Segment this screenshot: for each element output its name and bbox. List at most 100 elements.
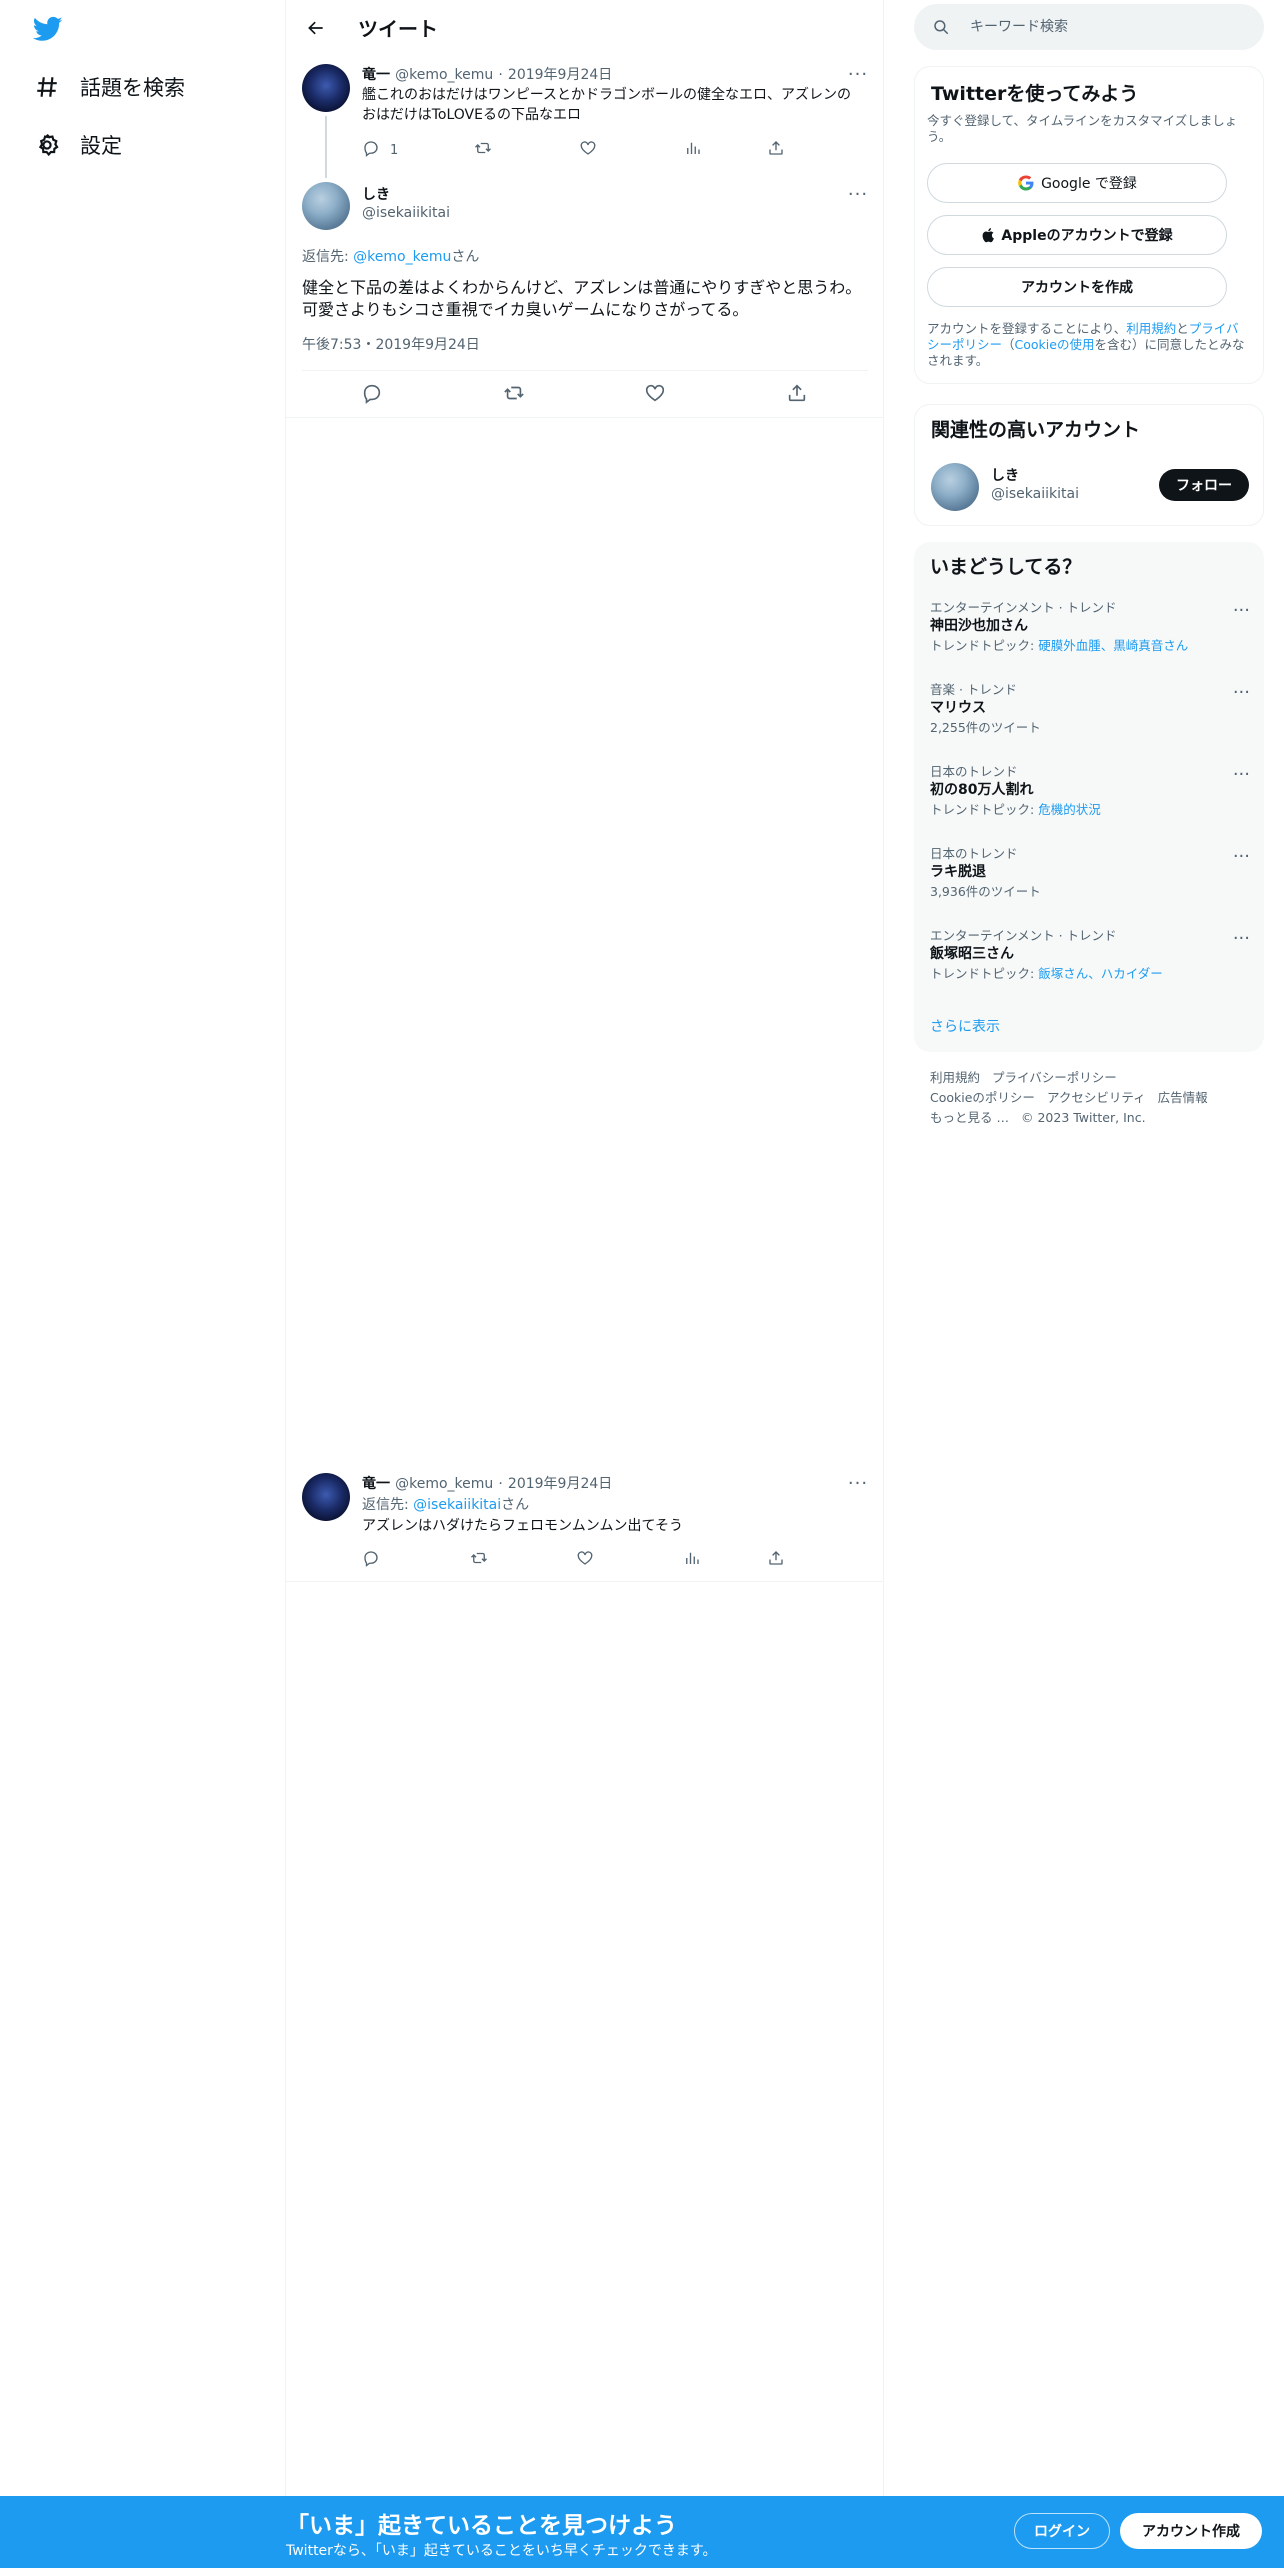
more-icon[interactable]: ··· — [1233, 682, 1250, 703]
meta-separator: · — [498, 67, 503, 83]
twitter-bird-icon[interactable] — [32, 14, 64, 44]
trend-title: ラキ脱退 — [930, 864, 986, 880]
google-icon — [1017, 174, 1035, 192]
signup-button[interactable]: アカウント作成 — [1120, 2513, 1262, 2549]
footer-more-link[interactable]: もっと見る … — [930, 1110, 1009, 1125]
author-handle[interactable]: @isekaiikitai — [362, 205, 450, 221]
login-button[interactable]: ログイン — [1014, 2513, 1110, 2549]
terms-paren: （ — [1002, 337, 1015, 352]
apple-signup-button[interactable]: Appleのアカウントで登録 — [927, 215, 1227, 255]
share-action[interactable] — [767, 1549, 785, 1571]
search-bar[interactable] — [914, 4, 1264, 50]
retweet-action[interactable] — [503, 382, 525, 408]
search-icon — [932, 18, 950, 36]
related-title: 関連性の高いアカウント — [931, 419, 1141, 441]
google-signup-button[interactable]: Google で登録 — [927, 163, 1227, 203]
trend-subtitle: トレンドトピック: 危機的状況 — [930, 800, 1250, 820]
like-action[interactable] — [576, 1549, 594, 1571]
reply-action[interactable] — [362, 1549, 380, 1571]
trend-subtitle: 3,936件のツイート — [930, 882, 1250, 902]
more-icon[interactable]: ··· — [1233, 600, 1250, 621]
trend-title: マリウス — [930, 700, 986, 716]
like-action[interactable] — [579, 139, 597, 161]
reply-action[interactable] — [361, 382, 383, 408]
trend-item[interactable]: 日本のトレンド ラキ脱退 3,936件のツイート ··· — [930, 846, 1250, 902]
reply-action[interactable]: 1 — [362, 139, 398, 161]
nav-settings[interactable]: 設定 — [32, 125, 122, 165]
share-action[interactable] — [767, 139, 785, 161]
back-arrow-icon[interactable] — [300, 12, 332, 44]
views-action[interactable] — [684, 139, 702, 161]
related-handle[interactable]: @isekaiikitai — [991, 486, 1079, 502]
trend-sub-prefix: トレンドトピック: — [930, 802, 1039, 817]
share-action[interactable] — [786, 382, 808, 408]
nav-explore[interactable]: 話題を検索 — [32, 67, 185, 107]
tweet-date[interactable]: 2019年9月24日 — [508, 67, 612, 83]
trend-sub-link[interactable]: 硬膜外血腫、黒崎真音さん — [1038, 638, 1188, 653]
tweet-text: 健全と下品の差はよくわからんけど、アズレンは普通にやりすぎやと思うわ。可愛さより… — [302, 278, 862, 319]
trend-sub-prefix: トレンドトピック: — [930, 638, 1039, 653]
views-action[interactable] — [683, 1549, 701, 1571]
retweet-action[interactable] — [474, 139, 492, 161]
nav-settings-label: 設定 — [80, 134, 122, 158]
footer-terms-link[interactable]: 利用規約 — [930, 1070, 980, 1085]
more-icon[interactable]: ··· — [846, 184, 870, 205]
follow-button[interactable]: フォロー — [1159, 469, 1249, 501]
avatar[interactable] — [302, 182, 350, 230]
tweet-text: アズレンはハダけたらフェロモンムンムン出てそう — [362, 1518, 684, 1534]
avatar[interactable] — [302, 1473, 350, 1521]
hashtag-icon — [32, 72, 62, 102]
more-icon[interactable]: ··· — [1233, 764, 1250, 785]
avatar[interactable] — [931, 463, 979, 511]
trend-sub-link[interactable]: 危機的状況 — [1038, 802, 1101, 817]
trend-sub-prefix: トレンドトピック: — [930, 966, 1039, 981]
signup-subtitle: 今すぐ登録して、タイムラインをカスタマイズしましょう。 — [927, 113, 1238, 144]
reply-to-link[interactable]: @isekaiikitai — [413, 1497, 501, 1513]
footer-cookie-link[interactable]: Cookieのポリシー — [930, 1090, 1035, 1105]
more-icon[interactable]: ··· — [1233, 928, 1250, 949]
author-handle[interactable]: @kemo_kemu — [395, 67, 493, 83]
search-input[interactable] — [970, 4, 1250, 50]
tweet-timestamp[interactable]: 午後7:53・2019年9月24日 — [302, 334, 480, 354]
more-icon[interactable]: ··· — [846, 1473, 870, 1494]
tweet-date[interactable]: 2019年9月24日 — [508, 1476, 612, 1492]
related-name[interactable]: しき — [991, 465, 1019, 485]
retweet-action[interactable] — [470, 1549, 488, 1571]
more-icon[interactable]: ··· — [846, 64, 870, 85]
apple-icon — [981, 226, 997, 244]
terms-link[interactable]: 利用規約 — [1126, 321, 1176, 336]
trend-sub-prefix: 3,936件のツイート — [930, 884, 1041, 899]
avatar[interactable] — [302, 64, 350, 112]
retweet-icon — [470, 1549, 488, 1571]
tweet-header: 竜一 @kemo_kemu · 2019年9月24日 — [362, 1473, 612, 1493]
author-name[interactable]: 竜一 — [362, 1476, 390, 1492]
footer-accessibility-link[interactable]: アクセシビリティ — [1047, 1090, 1146, 1105]
trend-item[interactable]: 日本のトレンド 初の80万人割れ トレンドトピック: 危機的状況 ··· — [930, 764, 1250, 820]
show-more-link[interactable]: さらに表示 — [930, 1016, 1000, 1036]
reply-prefix: 返信先: — [302, 249, 354, 265]
footer-privacy-link[interactable]: プライバシーポリシー — [992, 1070, 1117, 1085]
cookie-link[interactable]: Cookieの使用 — [1015, 337, 1095, 352]
more-icon[interactable]: ··· — [1233, 846, 1250, 867]
terms-and: と — [1176, 321, 1189, 336]
trend-item[interactable]: エンターテインメント · トレンド 飯塚昭三さん トレンドトピック: 飯塚さん、… — [930, 928, 1250, 984]
related-accounts-card: 関連性の高いアカウント しき @isekaiikitai フォロー — [914, 404, 1264, 526]
tweet-header: 竜一 @kemo_kemu · 2019年9月24日 — [362, 64, 612, 84]
left-sidebar: 話題を検索 設定 — [0, 0, 286, 2568]
main-column: ツイート 竜一 @kemo_kemu · 2019年9月24日 ··· 艦これの… — [286, 0, 884, 2568]
footer-ads-link[interactable]: 広告情報 — [1158, 1090, 1208, 1105]
author-name[interactable]: しき — [362, 184, 390, 204]
trend-item[interactable]: エンターテインメント · トレンド 神田沙也加さん トレンドトピック: 硬膜外血… — [930, 600, 1250, 656]
footer-line-3: もっと見る … © 2023 Twitter, Inc. — [930, 1108, 1220, 1128]
footer-links: 利用規約 プライバシーポリシー Cookieのポリシー アクセシビリティ 広告情報 も… — [930, 1068, 1220, 1128]
like-action[interactable] — [644, 382, 666, 408]
trend-item[interactable]: 音楽 · トレンド マリウス 2,255件のツイート ··· — [930, 682, 1250, 738]
reply-to-link[interactable]: @kemo_kemu — [353, 249, 451, 265]
trend-title: 神田沙也加さん — [930, 618, 1028, 634]
page-title: ツイート — [358, 17, 438, 41]
author-handle[interactable]: @kemo_kemu — [395, 1476, 493, 1492]
create-account-button[interactable]: アカウントを作成 — [927, 267, 1227, 307]
trend-sub-link[interactable]: 飯塚さん、ハカイダー — [1038, 966, 1163, 981]
terms-prefix: アカウントを登録することにより、 — [927, 321, 1127, 336]
author-name[interactable]: 竜一 — [362, 67, 390, 83]
